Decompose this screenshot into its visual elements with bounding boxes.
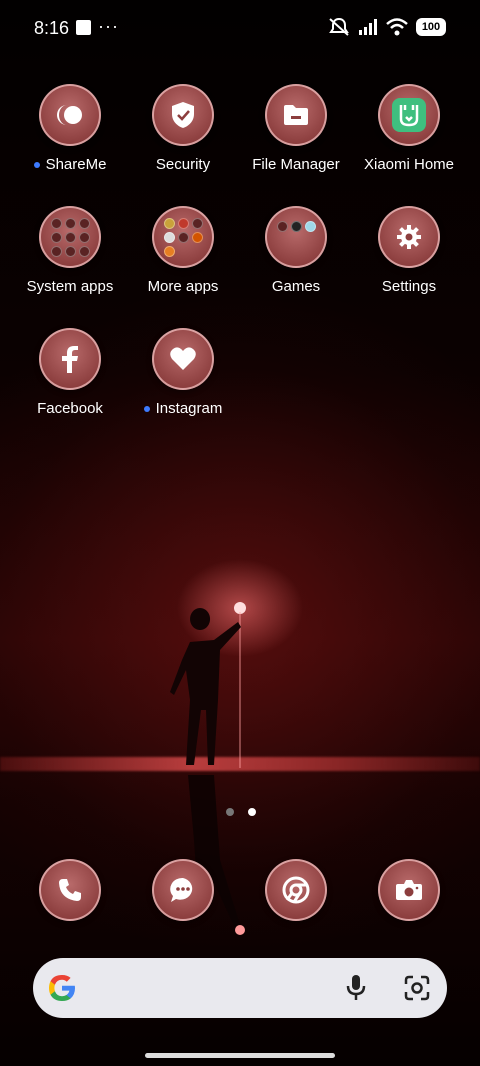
app-label: Settings — [381, 278, 437, 295]
gesture-home-bar[interactable] — [145, 1053, 335, 1058]
mute-icon — [329, 17, 349, 36]
shareme-icon — [39, 84, 101, 146]
new-app-dot — [143, 405, 150, 412]
dock-phone[interactable] — [15, 859, 125, 921]
app-security[interactable]: Security — [128, 84, 238, 174]
page-indicator[interactable] — [226, 808, 256, 816]
dock-camera[interactable] — [354, 859, 464, 921]
folder-grid-icon — [39, 206, 101, 268]
app-instagram[interactable]: Instagram — [128, 328, 238, 417]
folder-grid-icon — [152, 206, 214, 268]
google-search-bar[interactable] — [33, 958, 447, 1018]
camera-icon — [378, 859, 440, 921]
app-label: Security — [155, 156, 211, 173]
app-label: File Manager — [252, 156, 340, 173]
heart-icon — [152, 328, 214, 390]
folder-grid-icon — [265, 206, 327, 268]
wifi-icon — [386, 18, 408, 36]
app-shareme[interactable]: ShareMe — [15, 84, 125, 173]
mi-home-icon — [378, 84, 440, 146]
app-label: More apps — [147, 278, 219, 295]
shield-icon — [152, 84, 214, 146]
app-label: ShareMe — [33, 156, 106, 173]
dock-chrome[interactable] — [241, 859, 351, 921]
new-app-dot — [33, 161, 40, 168]
app-label: Facebook — [37, 400, 103, 417]
app-label: Games — [271, 278, 321, 295]
status-time: 8:16 — [34, 18, 70, 38]
signal-icon — [359, 19, 377, 35]
folder-games[interactable]: Games — [241, 206, 351, 296]
gear-icon — [378, 206, 440, 268]
dock-messages[interactable] — [128, 859, 238, 921]
app-settings[interactable]: Settings — [354, 206, 464, 296]
phone-icon — [39, 859, 101, 921]
app-label: System apps — [26, 278, 114, 295]
app-label: Xiaomi Home — [363, 156, 455, 173]
folder-icon — [265, 84, 327, 146]
page-dot-1[interactable] — [226, 808, 234, 816]
app-xiaomi-home[interactable]: Xiaomi Home — [354, 84, 464, 174]
page-dot-2[interactable] — [248, 808, 256, 816]
battery-icon: 100 — [416, 18, 446, 36]
microphone-icon[interactable] — [343, 974, 369, 1002]
app-file-manager[interactable]: File Manager — [241, 84, 351, 174]
google-lens-icon[interactable] — [403, 974, 431, 1002]
status-bar: 8:16 ··· 100 — [0, 0, 480, 56]
google-g-icon — [49, 975, 75, 1001]
folder-more-apps[interactable]: More apps — [128, 206, 238, 296]
app-label: Instagram — [143, 400, 222, 417]
facebook-icon — [39, 328, 101, 390]
messages-icon — [152, 859, 214, 921]
screenshot-indicator-icon — [76, 20, 91, 35]
app-facebook[interactable]: Facebook — [15, 328, 125, 418]
more-notifications-icon: ··· — [98, 16, 119, 36]
folder-system-apps[interactable]: System apps — [15, 206, 125, 296]
chrome-icon — [265, 859, 327, 921]
